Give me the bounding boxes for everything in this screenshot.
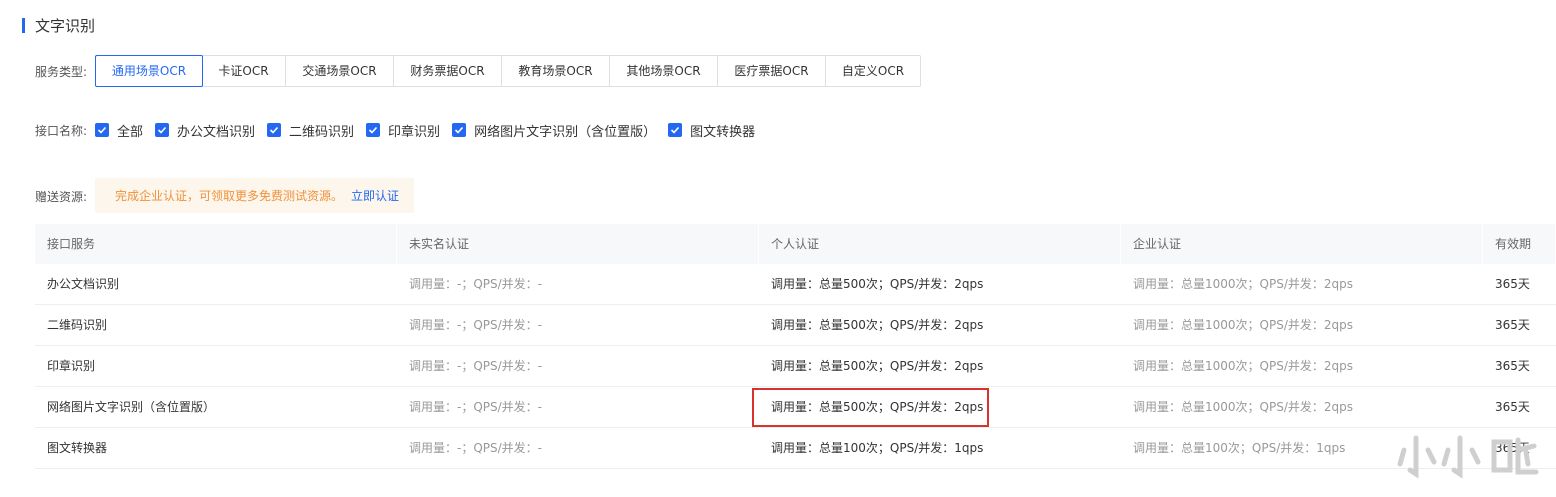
- cell-personal: 调用量：总量500次；QPS/并发：2qps: [771, 318, 984, 332]
- checkbox-checked-icon[interactable]: [452, 123, 467, 137]
- header-unverified: 未实名认证: [397, 224, 759, 264]
- header-validity: 有效期: [1483, 224, 1556, 264]
- tab-custom-ocr[interactable]: 自定义OCR: [826, 56, 920, 86]
- table-header: 接口服务 未实名认证 个人认证 企业认证 有效期: [35, 224, 1556, 264]
- checkbox-label: 网络图片文字识别（含位置版）: [474, 124, 657, 140]
- cell-personal: 调用量：总量500次；QPS/并发：2qps: [771, 277, 984, 291]
- checkbox-checked-icon[interactable]: [95, 123, 109, 137]
- tab-education-ocr[interactable]: 教育场景OCR: [502, 56, 610, 86]
- checkbox-office-doc[interactable]: 办公文档识别: [155, 121, 255, 140]
- cell-personal: 调用量：总量100次；QPS/并发：1qps: [771, 441, 984, 455]
- quota-table: 接口服务 未实名认证 个人认证 企业认证 有效期 办公文档识别 调用量：-；QP…: [35, 224, 1556, 469]
- cell-validity: 365天: [1495, 359, 1530, 373]
- cell-personal: 调用量：总量500次；QPS/并发：2qps: [771, 400, 984, 414]
- gift-resources-label: 赠送资源:: [35, 190, 88, 204]
- checkbox-label: 办公文档识别: [177, 124, 256, 140]
- interface-checkbox-group: 全部 办公文档识别 二维码识别 印章识别 网络图片文字识别（含位置版） 图文转换…: [95, 120, 767, 140]
- header-service: 接口服务: [35, 224, 397, 264]
- checkbox-qrcode[interactable]: 二维码识别: [267, 121, 354, 140]
- service-type-label: 服务类型:: [35, 65, 88, 79]
- tab-card-ocr[interactable]: 卡证OCR: [202, 56, 286, 86]
- checkbox-checked-icon[interactable]: [267, 123, 282, 137]
- table-row: 网络图片文字识别（含位置版） 调用量：-；QPS/并发：- 调用量：总量500次…: [35, 387, 1556, 428]
- checkbox-label: 图文转换器: [690, 124, 756, 140]
- title-accent-bar: [22, 17, 25, 33]
- cell-service: 二维码识别: [47, 318, 108, 332]
- watermark-icon: [1397, 435, 1539, 479]
- checkbox-checked-icon[interactable]: [366, 123, 381, 137]
- interface-name-label: 接口名称:: [35, 124, 88, 138]
- service-type-tabs: 通用场景OCR 卡证OCR 交通场景OCR 财务票据OCR 教育场景OCR 其他…: [95, 55, 921, 87]
- gift-message: 完成企业认证，可领取更多免费测试资源。: [115, 189, 344, 203]
- cell-validity: 365天: [1495, 318, 1530, 332]
- cell-enterprise: 调用量：总量1000次；QPS/并发：2qps: [1133, 277, 1354, 291]
- tab-finance-ocr[interactable]: 财务票据OCR: [394, 56, 502, 86]
- cell-unverified: 调用量：-；QPS/并发：-: [409, 359, 543, 373]
- gift-notice: 完成企业认证，可领取更多免费测试资源。 立即认证: [95, 178, 414, 213]
- checkbox-seal[interactable]: 印章识别: [366, 121, 440, 140]
- table-row: 图文转换器 调用量：-；QPS/并发：- 调用量：总量100次；QPS/并发：1…: [35, 428, 1556, 469]
- checkbox-label: 印章识别: [388, 124, 441, 140]
- checkbox-checked-icon[interactable]: [668, 123, 683, 137]
- verify-now-link[interactable]: 立即认证: [351, 187, 399, 204]
- cell-service: 图文转换器: [47, 441, 108, 455]
- cell-unverified: 调用量：-；QPS/并发：-: [409, 400, 543, 414]
- checkbox-web-image[interactable]: 网络图片文字识别（含位置版）: [452, 121, 656, 140]
- tab-other-ocr[interactable]: 其他场景OCR: [610, 56, 718, 86]
- cell-unverified: 调用量：-；QPS/并发：-: [409, 441, 543, 455]
- table-row: 印章识别 调用量：-；QPS/并发：- 调用量：总量500次；QPS/并发：2q…: [35, 346, 1556, 387]
- page-title: 文字识别: [35, 16, 96, 35]
- tab-general-ocr[interactable]: 通用场景OCR: [95, 55, 203, 87]
- cell-enterprise: 调用量：总量1000次；QPS/并发：2qps: [1133, 359, 1354, 373]
- checkbox-label: 全部: [117, 124, 144, 140]
- cell-validity: 365天: [1495, 400, 1530, 414]
- checkbox-checked-icon[interactable]: [155, 123, 170, 137]
- cell-enterprise: 调用量：总量1000次；QPS/并发：2qps: [1133, 318, 1354, 332]
- cell-service: 印章识别: [47, 359, 96, 373]
- cell-service: 网络图片文字识别（含位置版）: [47, 400, 216, 414]
- header-personal: 个人认证: [759, 224, 1121, 264]
- cell-personal: 调用量：总量500次；QPS/并发：2qps: [771, 359, 984, 373]
- tab-traffic-ocr[interactable]: 交通场景OCR: [286, 56, 394, 86]
- checkbox-image-converter[interactable]: 图文转换器: [668, 121, 755, 140]
- checkbox-label: 二维码识别: [289, 124, 355, 140]
- cell-unverified: 调用量：-；QPS/并发：-: [409, 277, 543, 291]
- cell-unverified: 调用量：-；QPS/并发：-: [409, 318, 543, 332]
- tab-medical-ocr[interactable]: 医疗票据OCR: [718, 56, 826, 86]
- checkbox-all[interactable]: 全部: [95, 121, 143, 140]
- header-enterprise: 企业认证: [1121, 224, 1483, 264]
- section-title: 文字识别: [22, 14, 95, 36]
- cell-validity: 365天: [1495, 277, 1530, 291]
- cell-service: 办公文档识别: [47, 277, 120, 291]
- table-row: 二维码识别 调用量：-；QPS/并发：- 调用量：总量500次；QPS/并发：2…: [35, 305, 1556, 346]
- cell-enterprise: 调用量：总量1000次；QPS/并发：2qps: [1133, 400, 1354, 414]
- table-row: 办公文档识别 调用量：-；QPS/并发：- 调用量：总量500次；QPS/并发：…: [35, 264, 1556, 305]
